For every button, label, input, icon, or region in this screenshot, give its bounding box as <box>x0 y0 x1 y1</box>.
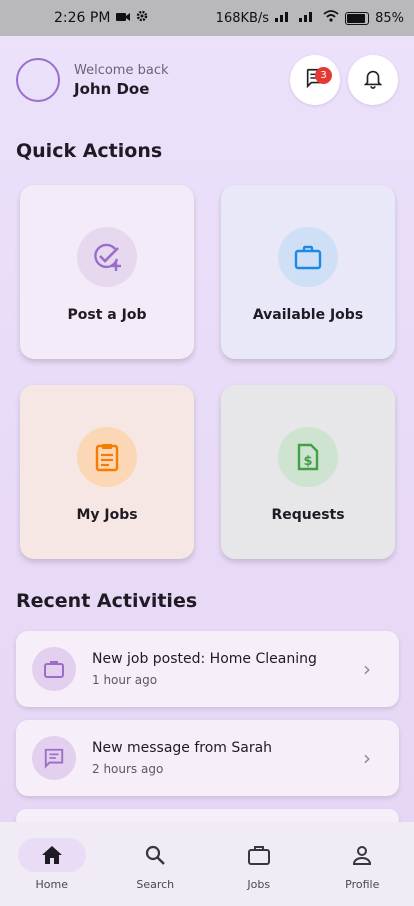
quick-action-post-job[interactable]: Post a Job <box>20 185 194 359</box>
welcome-block: Welcome back John Doe <box>74 63 169 98</box>
chevron-right-icon: › <box>363 746 371 770</box>
signal-icon-2 <box>299 10 317 26</box>
nav-jobs[interactable]: Jobs <box>207 822 311 906</box>
quick-action-requests[interactable]: $ Requests <box>221 385 395 559</box>
quick-action-my-jobs[interactable]: My Jobs <box>20 385 194 559</box>
app-header: Welcome back John Doe 3 <box>16 54 398 106</box>
signal-icon <box>275 10 293 26</box>
add-task-icon <box>77 227 137 287</box>
activity-title: New job posted: Home Cleaning <box>92 651 317 667</box>
nav-label: Profile <box>345 878 380 891</box>
bottom-navigation: Home Search Jobs Profile <box>0 822 414 906</box>
network-speed: 168KB/s <box>215 10 270 26</box>
nav-label: Jobs <box>247 878 271 891</box>
camera-icon <box>116 10 131 26</box>
activity-time: 1 hour ago <box>92 673 158 687</box>
welcome-text: Welcome back <box>74 62 169 78</box>
nav-profile[interactable]: Profile <box>311 822 414 906</box>
battery-percent: 85% <box>375 10 404 26</box>
settings-icon <box>136 10 148 26</box>
quick-action-label: Post a Job <box>67 307 147 323</box>
clipboard-icon <box>77 427 137 487</box>
message-badge: 3 <box>315 67 332 84</box>
user-name: John Doe <box>74 79 150 98</box>
avatar[interactable] <box>16 58 60 102</box>
quick-action-label: My Jobs <box>76 507 138 523</box>
status-time: 2:26 PM <box>54 10 111 26</box>
status-bar: 2:26 PM 168KB/s 85% <box>0 0 414 36</box>
quick-actions-title: Quick Actions <box>16 140 163 162</box>
nav-home[interactable]: Home <box>0 822 104 906</box>
wifi-icon <box>323 10 339 26</box>
quick-action-label: Available Jobs <box>252 307 364 323</box>
person-icon <box>328 838 396 872</box>
activity-title: New message from Sarah <box>92 740 273 756</box>
briefcase-icon <box>32 647 76 691</box>
quick-action-label: Requests <box>271 507 345 523</box>
nav-search[interactable]: Search <box>104 822 208 906</box>
svg-text:$: $ <box>303 454 312 469</box>
activity-item[interactable]: New job posted: Home Cleaning 1 hour ago… <box>16 631 399 707</box>
battery-icon <box>345 11 370 25</box>
notifications-button[interactable] <box>348 55 398 105</box>
bell-icon <box>362 67 384 93</box>
nav-label: Search <box>136 878 175 891</box>
home-icon <box>17 838 86 872</box>
activity-item[interactable]: New message from Sarah 2 hours ago › <box>16 720 399 796</box>
briefcase-icon <box>278 227 338 287</box>
activity-time: 2 hours ago <box>92 762 164 776</box>
messages-button[interactable]: 3 <box>290 55 340 105</box>
quick-action-available-jobs[interactable]: Available Jobs <box>221 185 395 359</box>
receipt-dollar-icon: $ <box>278 427 338 487</box>
nav-label: Home <box>35 878 68 891</box>
search-icon <box>121 838 189 872</box>
message-icon <box>32 736 76 780</box>
briefcase-icon <box>225 838 293 872</box>
chevron-right-icon: › <box>363 657 371 681</box>
recent-activities-title: Recent Activities <box>16 590 198 612</box>
